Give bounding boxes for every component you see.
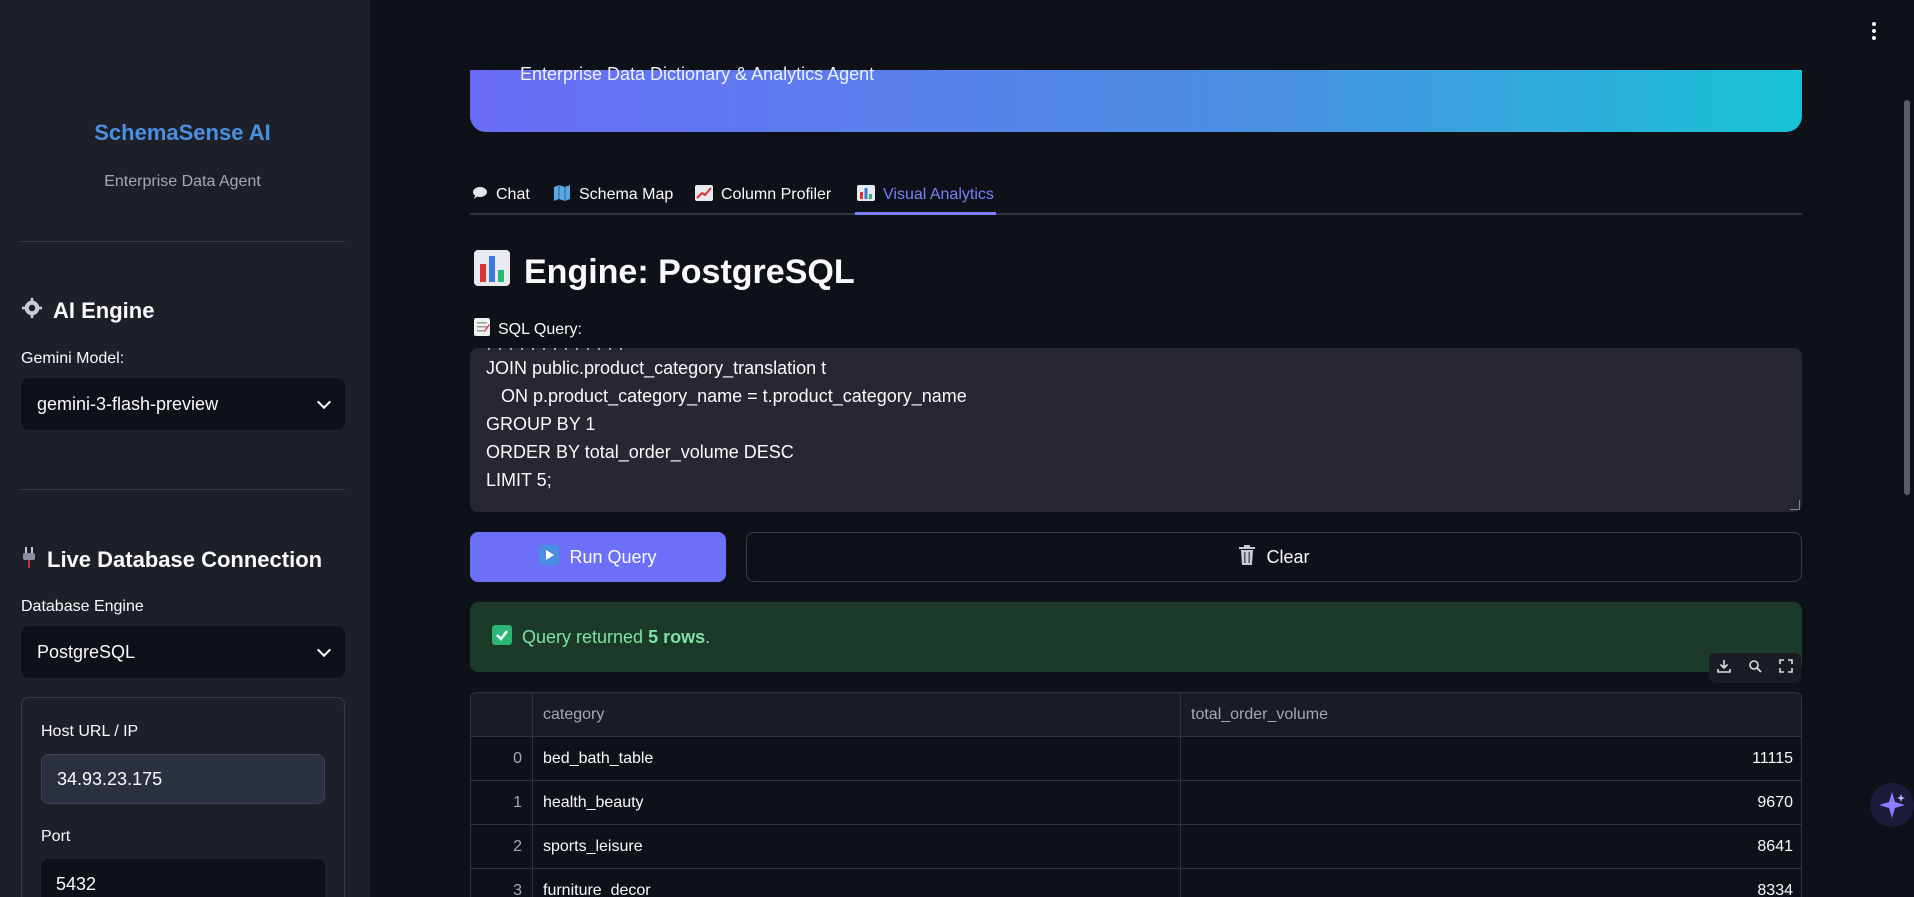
success-alert: Query returned 5 rows. xyxy=(470,602,1802,672)
tab-visual-analytics-label: Visual Analytics xyxy=(883,186,994,203)
database-engine-value: PostgreSQL xyxy=(37,641,136,662)
port-input-value: 5432 xyxy=(56,873,97,894)
table-toolbar xyxy=(1709,653,1801,683)
chevron-down-icon xyxy=(316,642,332,657)
page-title-text: Engine: PostgreSQL xyxy=(524,253,855,291)
run-query-button[interactable]: Run Query xyxy=(470,532,726,582)
port-label: Port xyxy=(41,828,71,845)
table-header-row: category total_order_volume xyxy=(471,693,1801,737)
sidebar: SchemaSense AI Enterprise Data Agent AI … xyxy=(0,0,370,897)
main-menu-icon[interactable] xyxy=(1872,22,1876,40)
hero-subtitle: Enterprise Data Dictionary & Analytics A… xyxy=(520,64,875,84)
tab-visual-analytics[interactable]: Visual Analytics xyxy=(857,177,994,213)
table-row[interactable]: 2 sports_leisure 8641 xyxy=(471,825,1801,869)
connection-heading: Live Database Connection xyxy=(21,545,322,575)
tab-schema-map[interactable]: Schema Map xyxy=(553,177,673,213)
host-input[interactable]: 34.93.23.175 xyxy=(41,754,325,804)
category-cell[interactable]: furniture_decor xyxy=(533,869,1181,897)
sql-line: JOIN public.product_category_translation… xyxy=(486,358,827,378)
host-input-value: 34.93.23.175 xyxy=(57,768,163,789)
tab-column-profiler-label: Column Profiler xyxy=(721,186,832,203)
volume-cell[interactable]: 8334 xyxy=(1181,869,1801,897)
row-index: 3 xyxy=(471,869,533,897)
sql-line: GROUP BY 1 xyxy=(486,414,596,434)
sql-query-label: SQL Query: xyxy=(474,318,582,341)
volume-cell[interactable]: 11115 xyxy=(1181,737,1801,781)
bar-chart-icon xyxy=(474,250,510,295)
brand-subtitle: Enterprise Data Agent xyxy=(104,173,261,190)
database-engine-select[interactable]: PostgreSQL xyxy=(21,626,345,678)
success-row-count: 5 rows xyxy=(648,626,706,647)
database-engine-label: Database Engine xyxy=(21,598,144,615)
host-label: Host URL / IP xyxy=(41,723,139,740)
sparkle-icon[interactable] xyxy=(1870,783,1914,827)
results-table[interactable]: category total_order_volume 0 bed_bath_t… xyxy=(470,692,1802,897)
plug-icon xyxy=(21,545,37,575)
table-row[interactable]: 1 health_beauty 9670 xyxy=(471,781,1801,825)
category-cell[interactable]: bed_bath_table xyxy=(533,737,1181,781)
trash-icon xyxy=(1238,544,1256,570)
category-cell[interactable]: sports_leisure xyxy=(533,825,1181,869)
memo-icon xyxy=(474,318,490,341)
port-input[interactable]: 5432 xyxy=(41,859,325,897)
chevron-down-icon xyxy=(316,394,332,409)
category-cell[interactable]: health_beauty xyxy=(533,781,1181,825)
tab-column-profiler[interactable]: Column Profiler xyxy=(695,177,831,213)
speech-bubble-icon xyxy=(472,186,488,205)
gemini-model-select[interactable]: gemini-3-flash-preview xyxy=(21,378,345,430)
column-header[interactable]: total_order_volume xyxy=(1181,693,1801,737)
search-icon[interactable] xyxy=(1748,659,1762,678)
gear-icon xyxy=(21,297,43,325)
success-message: Query returned 5 rows. xyxy=(522,627,710,648)
row-index: 2 xyxy=(471,825,533,869)
trend-chart-icon xyxy=(695,184,713,206)
active-tab-indicator xyxy=(855,212,996,215)
ai-engine-heading: AI Engine xyxy=(21,297,154,325)
hero-banner: Enterprise Data Dictionary & Analytics A… xyxy=(470,64,1802,132)
sql-line: LIMIT 5; xyxy=(486,470,552,490)
row-index: 1 xyxy=(471,781,533,825)
tab-bar: Chat Schema Map Column Profiler Visual A… xyxy=(470,175,1802,215)
map-icon xyxy=(553,184,571,206)
success-suffix: . xyxy=(705,626,711,647)
ai-engine-heading-text: AI Engine xyxy=(53,298,155,323)
gemini-model-value: gemini-3-flash-preview xyxy=(37,393,219,414)
row-index: 0 xyxy=(471,737,533,781)
run-query-label: Run Query xyxy=(569,546,657,567)
success-prefix: Query returned xyxy=(522,626,649,647)
divider xyxy=(21,241,345,242)
divider xyxy=(21,489,345,490)
volume-cell[interactable]: 8641 xyxy=(1181,825,1801,869)
index-header xyxy=(471,693,533,737)
clear-label: Clear xyxy=(1266,546,1310,567)
tab-chat[interactable]: Chat xyxy=(472,177,530,213)
scrollbar[interactable] xyxy=(1904,100,1910,495)
connection-form: Host URL / IP 34.93.23.175 Port 5432 xyxy=(21,697,345,897)
brand-title: SchemaSense AI xyxy=(94,120,271,145)
table-row[interactable]: 0 bed_bath_table 11115 xyxy=(471,737,1801,781)
resize-handle[interactable] xyxy=(1790,500,1800,510)
gemini-model-label: Gemini Model: xyxy=(21,350,125,367)
sql-line: ON p.product_category_name = t.product_c… xyxy=(486,386,967,406)
tab-chat-label: Chat xyxy=(496,186,530,203)
page-title: Engine: PostgreSQL xyxy=(474,250,855,295)
table-row[interactable]: 3 furniture_decor 8334 xyxy=(471,869,1801,897)
play-icon xyxy=(539,544,560,570)
sql-query-editor[interactable]: · · · · · · · · · · · · · JOIN public.pr… xyxy=(470,348,1802,512)
volume-cell[interactable]: 9670 xyxy=(1181,781,1801,825)
fullscreen-icon[interactable] xyxy=(1778,658,1793,678)
check-icon xyxy=(492,624,512,650)
sql-line: ORDER BY total_order_volume DESC xyxy=(486,442,794,462)
column-header[interactable]: category xyxy=(533,693,1181,737)
connection-heading-text: Live Database Connection xyxy=(47,547,323,572)
bar-chart-icon xyxy=(857,184,875,206)
sql-query-label-text: SQL Query: xyxy=(498,320,582,338)
tab-schema-map-label: Schema Map xyxy=(579,186,674,203)
clear-button[interactable]: Clear xyxy=(746,532,1802,582)
download-icon[interactable] xyxy=(1717,659,1732,678)
